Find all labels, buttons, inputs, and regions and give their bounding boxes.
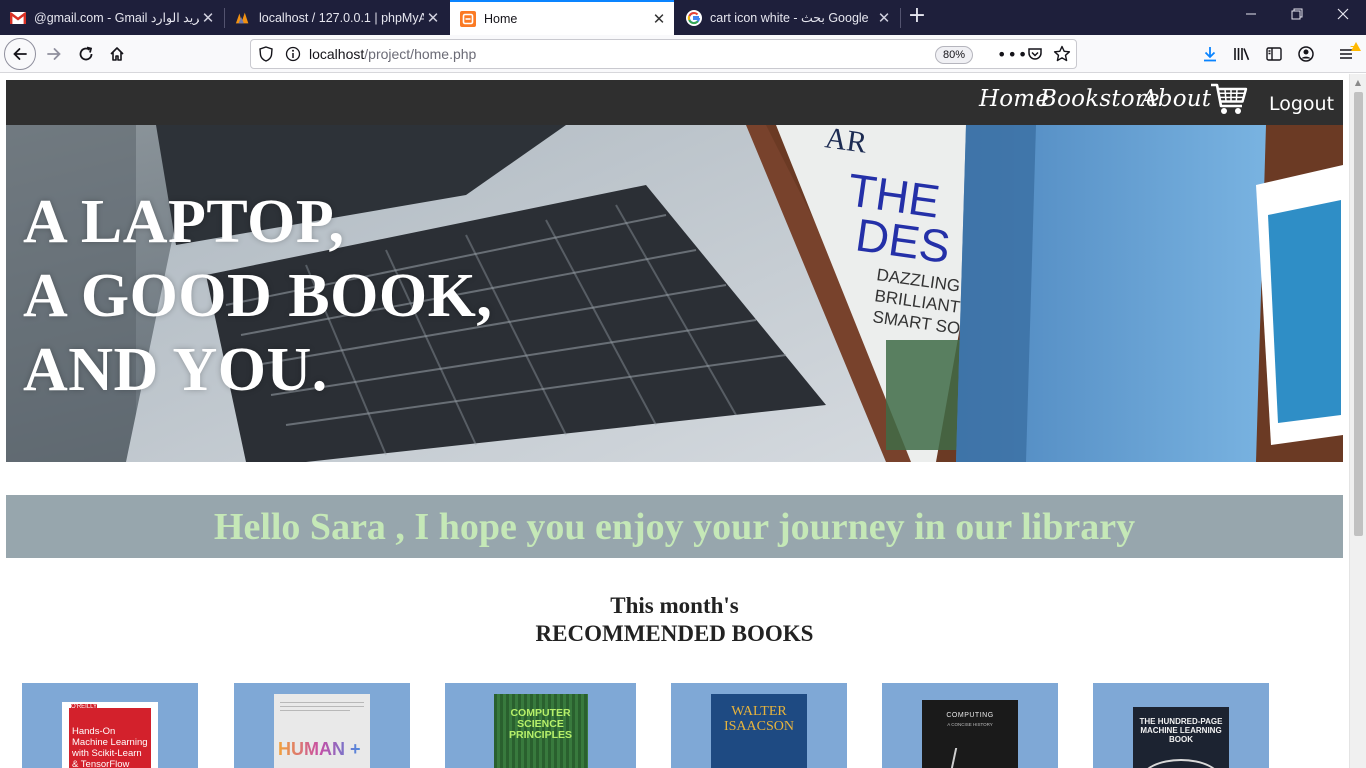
hero-line: AND YOU.: [23, 336, 328, 404]
library-icon[interactable]: [1226, 38, 1258, 70]
book-card[interactable]: COMPUTER SCIENCE PRINCIPLES: [445, 683, 636, 768]
site-navbar: Home Bookstore About Logout: [6, 80, 1343, 125]
update-alert-icon: [1351, 42, 1361, 51]
book-title: COMPUTER SCIENCE PRINCIPLES: [508, 707, 572, 741]
book-cover[interactable]: COMPUTER SCIENCE PRINCIPLES: [493, 694, 588, 768]
book-cover[interactable]: WALTER ISAACSON: [711, 694, 807, 768]
close-tab-icon[interactable]: ✕: [199, 9, 217, 27]
book-title: Hands-On Machine Learning with Scikit-Le…: [72, 726, 148, 768]
tab-title: localhost / 127.0.0.1 | phpMyAdmin: [259, 10, 424, 25]
cart-icon[interactable]: [1209, 80, 1249, 118]
page-viewport: Home Bookstore About Logout AR THE DES D…: [0, 74, 1366, 768]
info-icon[interactable]: [285, 46, 301, 66]
book-card[interactable]: THE HUNDRED-PAGE MACHINE LEARNING BOOK: [1093, 683, 1269, 768]
tab-separator: [900, 8, 901, 28]
hero-line: A LAPTOP,: [23, 188, 345, 256]
url-text: localhost/project/home.php: [309, 46, 476, 62]
close-window-button[interactable]: [1320, 0, 1366, 32]
book-cover[interactable]: O'REILLY Hands-On Machine Learning with …: [62, 702, 158, 768]
hero-headline: A LAPTOP, A GOOD BOOK, AND YOU.: [23, 185, 492, 407]
tab-title: Home: [484, 11, 518, 26]
downloads-icon[interactable]: [1194, 38, 1226, 70]
restore-button[interactable]: [1274, 0, 1320, 32]
scrollbar-thumb[interactable]: [1354, 92, 1363, 536]
page-scrollbar[interactable]: ▲: [1349, 74, 1366, 768]
home-button[interactable]: [101, 38, 133, 70]
url-host: localhost: [309, 46, 365, 62]
recommended-title: RECOMMENDED BOOKS: [535, 621, 814, 646]
close-tab-icon[interactable]: ✕: [650, 10, 668, 28]
url-bar[interactable]: localhost/project/home.php 80% •••: [250, 39, 1077, 69]
book-card[interactable]: O'REILLY Hands-On Machine Learning with …: [22, 683, 198, 768]
account-icon[interactable]: [1290, 38, 1322, 70]
book-cover[interactable]: HUMAN +: [274, 694, 370, 768]
recommended-subtitle: This month's: [610, 593, 739, 618]
zoom-level-badge[interactable]: 80%: [935, 46, 973, 64]
google-icon: [686, 9, 702, 26]
book-title: THE HUNDRED-PAGE MACHINE LEARNING BOOK: [1139, 717, 1223, 744]
book-card[interactable]: COMPUTING A CONCISE HISTORY: [882, 683, 1058, 768]
shield-icon[interactable]: [259, 46, 273, 66]
nav-home-link[interactable]: Home: [979, 86, 1049, 112]
book-subtitle: A CONCISE HISTORY: [947, 722, 993, 727]
close-tab-icon[interactable]: ✕: [424, 9, 442, 27]
book-cover[interactable]: COMPUTING A CONCISE HISTORY: [922, 700, 1018, 768]
reload-button[interactable]: [70, 38, 102, 70]
greeting-text: Hello Sara , I hope you enjoy your journ…: [213, 505, 1136, 548]
hero-banner: AR THE DES DAZZLING BRILLIANT SMART SO A…: [6, 125, 1343, 462]
gmail-icon: [10, 10, 26, 26]
browser-tab-bar: @gmail.com - Gmail البريد الوارد ✕ local…: [0, 0, 1366, 35]
hero-line: A GOOD BOOK,: [23, 262, 493, 330]
xampp-icon: [460, 10, 476, 27]
sidebar-icon[interactable]: [1258, 38, 1290, 70]
book-card[interactable]: WALTER ISAACSON: [671, 683, 847, 768]
browser-toolbar: localhost/project/home.php 80% •••: [0, 35, 1366, 73]
page-actions-icon[interactable]: •••: [997, 45, 1028, 64]
new-tab-button[interactable]: +: [905, 4, 929, 28]
url-path: /project/home.php: [364, 46, 477, 62]
book-title: HUMAN +: [278, 739, 361, 759]
tab-title: @gmail.com - Gmail البريد الوارد: [34, 11, 199, 25]
tab-gmail[interactable]: @gmail.com - Gmail البريد الوارد ✕: [0, 0, 223, 35]
book-card[interactable]: HUMAN +: [234, 683, 410, 768]
scroll-up-icon[interactable]: ▲: [1350, 76, 1366, 90]
back-button[interactable]: [4, 38, 36, 70]
tab-google-search[interactable]: cart icon white - بحث Google ✕: [676, 0, 899, 35]
tab-home[interactable]: Home ✕: [450, 0, 674, 35]
pocket-icon[interactable]: [1027, 46, 1043, 66]
bookmark-star-icon[interactable]: [1053, 45, 1071, 67]
book-title: COMPUTING: [946, 712, 994, 719]
close-tab-icon[interactable]: ✕: [875, 9, 893, 27]
phpmyadmin-icon: [235, 10, 251, 26]
forward-button[interactable]: [38, 38, 70, 70]
logout-link[interactable]: Logout: [1269, 93, 1334, 115]
book-title: WALTER ISAACSON: [723, 704, 794, 734]
menu-icon[interactable]: [1330, 38, 1362, 70]
greeting-banner: Hello Sara , I hope you enjoy your journ…: [6, 495, 1343, 558]
book-cover[interactable]: THE HUNDRED-PAGE MACHINE LEARNING BOOK: [1133, 707, 1229, 768]
nav-about-link[interactable]: About: [1141, 86, 1211, 112]
minimize-button[interactable]: [1228, 0, 1274, 32]
tab-title: cart icon white - بحث Google: [710, 11, 869, 25]
recommended-heading: This month's RECOMMENDED BOOKS: [0, 592, 1349, 648]
svg-text:AR: AR: [823, 125, 869, 160]
book-publisher: O'REILLY: [71, 704, 98, 710]
tab-phpmyadmin[interactable]: localhost / 127.0.0.1 | phpMyAdmin ✕: [225, 0, 448, 35]
